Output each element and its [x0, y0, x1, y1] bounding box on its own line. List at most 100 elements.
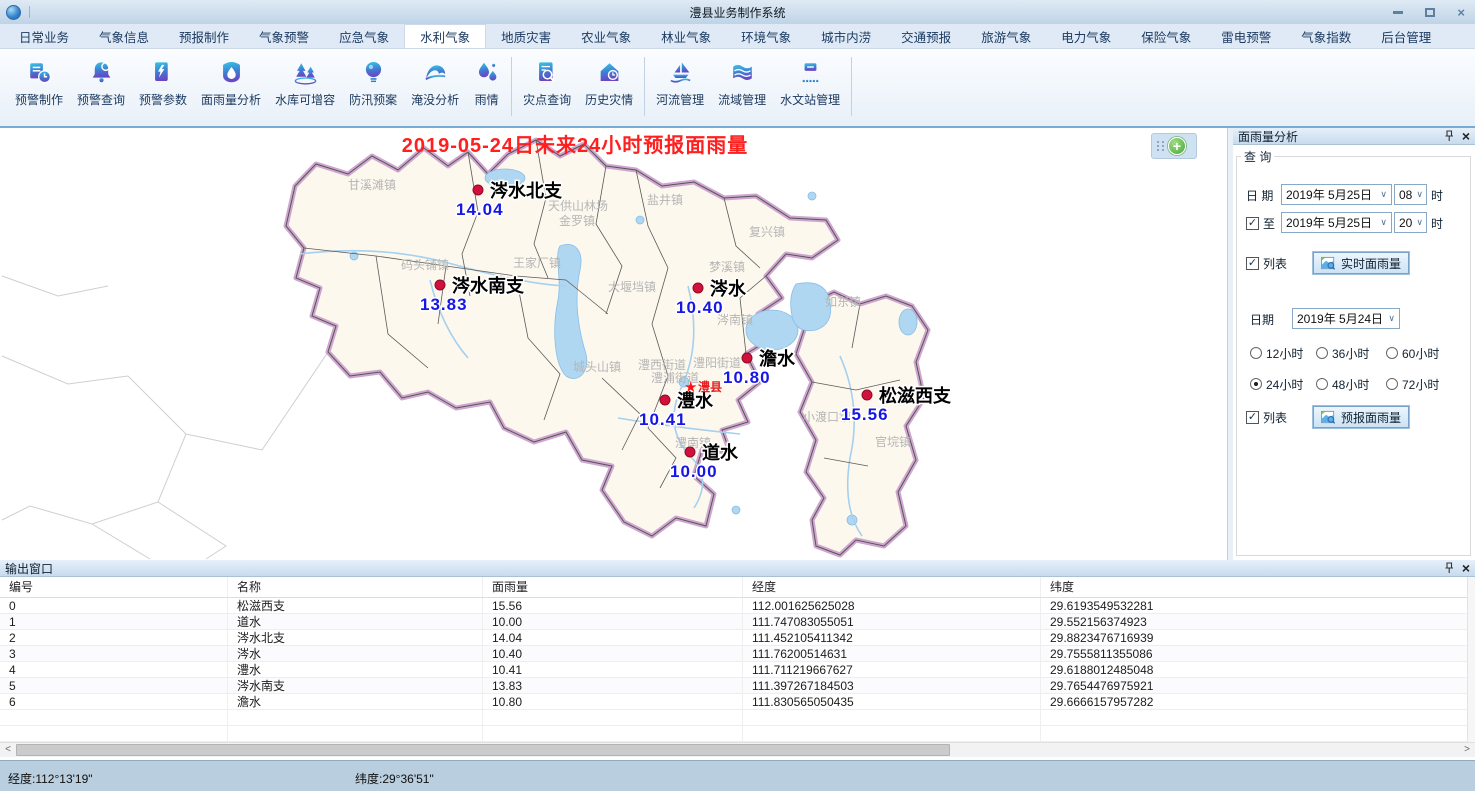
menu-hydrology-weather[interactable]: 水利气象 [404, 24, 486, 48]
col-header-latitude[interactable]: 纬度 [1041, 577, 1467, 597]
tool-submerge-analysis[interactable]: 淹没分析 [404, 57, 466, 126]
tool-disaster-point-query[interactable]: 灾点查询 [516, 57, 578, 126]
scroll-left-arrow-icon[interactable]: < [0, 743, 16, 757]
minimize-button[interactable] [1393, 11, 1403, 14]
tool-hydrostation-manage[interactable]: 水文站管理 [773, 57, 847, 126]
menu-daily-business[interactable]: 日常业务 [4, 24, 84, 48]
menu-tourism-weather[interactable]: 旅游气象 [966, 24, 1046, 48]
close-button[interactable]: × [1457, 5, 1465, 20]
menu-urban-flood[interactable]: 城市内涝 [806, 24, 886, 48]
radio-24h-label: 24小时 [1266, 376, 1303, 393]
maximize-button[interactable] [1425, 8, 1435, 17]
house-clock-icon [596, 59, 623, 86]
forecast-date-value: 2019年 5月24日 [1297, 310, 1383, 327]
minimize-icon [1393, 11, 1403, 14]
cell-name: 澹水 [228, 694, 483, 709]
menu-forestry-weather[interactable]: 林业气象 [646, 24, 726, 48]
menu-environment-weather[interactable]: 环境气象 [726, 24, 806, 48]
tool-warning-query[interactable]: 预警查询 [70, 57, 132, 126]
table-row[interactable]: 2 涔水北支 14.04 111.452105411342 29.8823476… [0, 630, 1467, 646]
table-row[interactable]: 4 澧水 10.41 111.711219667627 29.618801248… [0, 662, 1467, 678]
horizontal-scrollbar[interactable]: < > [0, 742, 1475, 757]
table-row[interactable]: 3 涔水 10.40 111.76200514631 29.7555811355… [0, 646, 1467, 662]
menu-geological-disaster[interactable]: 地质灾害 [486, 24, 566, 48]
forecast-list-checkbox[interactable]: ✓ [1246, 411, 1259, 424]
to-date-checkbox[interactable]: ✓ [1246, 217, 1259, 230]
realtime-end-hour-select[interactable]: 20 ∨ [1394, 212, 1427, 233]
add-layer-icon[interactable]: + [1168, 137, 1186, 155]
scroll-right-arrow-icon[interactable]: > [1459, 743, 1475, 757]
radio-36h[interactable] [1316, 347, 1328, 359]
tool-flood-plan[interactable]: 防汛预案 [342, 57, 404, 126]
table-row[interactable]: 1 道水 10.00 111.747083055051 29.552156374… [0, 614, 1467, 630]
radio-24h[interactable] [1250, 378, 1262, 390]
menu-insurance-weather[interactable]: 保险气象 [1126, 24, 1206, 48]
trees-pond-icon [292, 59, 319, 86]
forecast-rainfall-button[interactable]: 预报面雨量 [1313, 406, 1409, 428]
tool-rain-info[interactable]: 雨情 [466, 57, 507, 126]
grip-handle-icon [1157, 141, 1165, 151]
radio-48h[interactable] [1316, 378, 1328, 390]
tool-warning-make[interactable]: 预警制作 [8, 57, 70, 126]
output-title: 输出窗口 [5, 560, 53, 577]
tool-history-disaster[interactable]: 历史灾情 [578, 57, 640, 126]
menu-traffic-forecast[interactable]: 交通预报 [886, 24, 966, 48]
cell-longitude: 111.830565050435 [743, 694, 1041, 709]
realtime-start-hour-select[interactable]: 08 ∨ [1394, 184, 1427, 205]
tool-label: 流域管理 [718, 91, 766, 108]
radio-48h-label: 48小时 [1332, 376, 1369, 393]
radio-72h[interactable] [1386, 378, 1398, 390]
cell-rainfall: 14.04 [483, 630, 743, 645]
query-group-title: 查 询 [1241, 148, 1274, 165]
chevron-down-icon: ∨ [1384, 313, 1399, 324]
realtime-end-date-select[interactable]: 2019年 5月25日 ∨ [1281, 212, 1392, 233]
menu-forecast-make[interactable]: 预报制作 [164, 24, 244, 48]
menu-weather-index[interactable]: 气象指数 [1286, 24, 1366, 48]
tool-basin-manage[interactable]: 流域管理 [711, 57, 773, 126]
table-row[interactable]: 5 涔水南支 13.83 111.397267184503 29.7654476… [0, 678, 1467, 694]
menu-lightning-warning[interactable]: 雷电预警 [1206, 24, 1286, 48]
forecast-date-select[interactable]: 2019年 5月24日 ∨ [1292, 308, 1400, 329]
pin-button[interactable] [1444, 562, 1454, 574]
realtime-list-checkbox[interactable]: ✓ [1246, 257, 1259, 270]
pin-button[interactable] [1444, 130, 1454, 142]
station-name: 涔水北支 [490, 180, 563, 201]
realtime-start-date-select[interactable]: 2019年 5月25日 ∨ [1281, 184, 1392, 205]
tool-reservoir-capacity[interactable]: 水库可增容 [268, 57, 342, 126]
table-empty-row [0, 726, 1467, 742]
vertical-scrollbar[interactable] [1467, 577, 1475, 742]
cell-rainfall: 10.80 [483, 694, 743, 709]
menu-weather-info[interactable]: 气象信息 [84, 24, 164, 48]
cell-latitude: 29.6188012485048 [1041, 662, 1467, 677]
map-canvas[interactable]: 甘溪滩镇 盐井镇 天供山林场 金罗镇 复兴镇 码头铺镇 王家厂镇 梦溪镇 大堰垱… [0, 128, 1227, 560]
panel-close-button[interactable]: × [1462, 128, 1470, 144]
tool-area-rainfall-analysis[interactable]: 面雨量分析 [194, 57, 268, 126]
cell-id: 0 [0, 598, 228, 613]
town-label: 金罗镇 [559, 213, 595, 228]
realtime-start-date-value: 2019年 5月25日 [1286, 186, 1372, 203]
tool-warning-params[interactable]: 预警参数 [132, 57, 194, 126]
cell-rainfall: 10.40 [483, 646, 743, 661]
table-row[interactable]: 6 澹水 10.80 111.830565050435 29.666615795… [0, 694, 1467, 710]
radio-12h[interactable] [1250, 347, 1262, 359]
col-header-longitude[interactable]: 经度 [743, 577, 1041, 597]
menu-emergency-weather[interactable]: 应急气象 [324, 24, 404, 48]
tool-label: 预警查询 [77, 91, 125, 108]
scrollbar-thumb[interactable] [16, 744, 950, 756]
tool-river-manage[interactable]: 河流管理 [649, 57, 711, 126]
output-close-button[interactable]: × [1462, 560, 1470, 576]
map-tool-button[interactable]: + [1151, 133, 1197, 159]
realtime-rainfall-button[interactable]: 实时面雨量 [1313, 252, 1409, 274]
menu-weather-warning[interactable]: 气象预警 [244, 24, 324, 48]
col-header-name[interactable]: 名称 [228, 577, 483, 597]
radio-60h[interactable] [1386, 347, 1398, 359]
menu-agriculture-weather[interactable]: 农业气象 [566, 24, 646, 48]
menu-backend-admin[interactable]: 后台管理 [1366, 24, 1446, 48]
col-header-id[interactable]: 编号 [0, 577, 228, 597]
town-label: 澧西街道 [638, 358, 686, 372]
col-header-rainfall[interactable]: 面雨量 [483, 577, 743, 597]
toolbar-separator [511, 57, 512, 116]
menu-power-weather[interactable]: 电力气象 [1046, 24, 1126, 48]
table-row[interactable]: 0 松滋西支 15.56 112.001625625028 29.6193549… [0, 598, 1467, 614]
station-value: 14.04 [456, 200, 504, 219]
